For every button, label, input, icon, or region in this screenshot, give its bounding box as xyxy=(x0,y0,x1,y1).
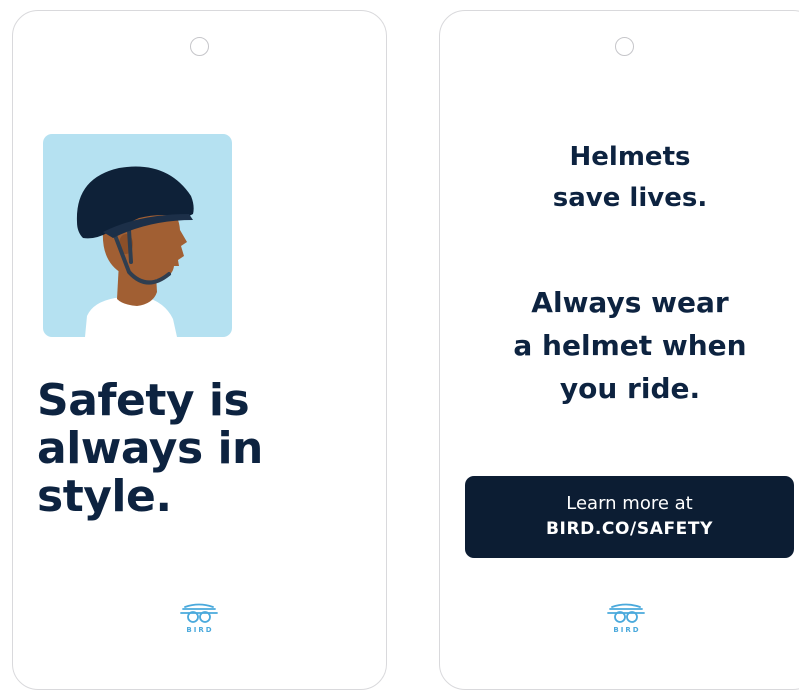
bird-logo-icon xyxy=(607,603,645,623)
hang-tag-left: Safety is always in style. BIRD xyxy=(12,10,387,690)
cta-line-1: Learn more at xyxy=(566,493,693,514)
message-line: Always wear xyxy=(531,286,729,319)
bird-logo: BIRD xyxy=(603,603,649,634)
message-always-wear: Always wear a helmet when you ride. xyxy=(440,281,799,410)
cta-url: BIRD.CO/SAFETY xyxy=(545,519,713,539)
headline-line: Safety is xyxy=(37,375,250,426)
learn-more-link[interactable]: Learn more at BIRD.CO/SAFETY xyxy=(465,476,794,558)
message-helmets-save-lives: Helmets save lives. xyxy=(440,137,799,219)
bird-logo-icon xyxy=(180,603,218,623)
headline-line: style. xyxy=(37,471,172,522)
helmet-rider-illustration xyxy=(43,134,232,337)
hang-hole xyxy=(190,37,209,56)
message-line: Helmets xyxy=(569,142,691,172)
logo-text: BIRD xyxy=(186,626,214,634)
headline-line: always in xyxy=(37,423,263,474)
headline: Safety is always in style. xyxy=(37,377,377,521)
bird-logo: BIRD xyxy=(176,603,222,634)
message-line: you ride. xyxy=(559,372,701,405)
message-line: a helmet when xyxy=(513,329,747,362)
logo-text: BIRD xyxy=(613,626,641,634)
hang-tag-right: Helmets save lives. Always wear a helmet… xyxy=(439,10,799,690)
message-line: save lives. xyxy=(552,183,708,213)
hang-hole xyxy=(615,37,634,56)
